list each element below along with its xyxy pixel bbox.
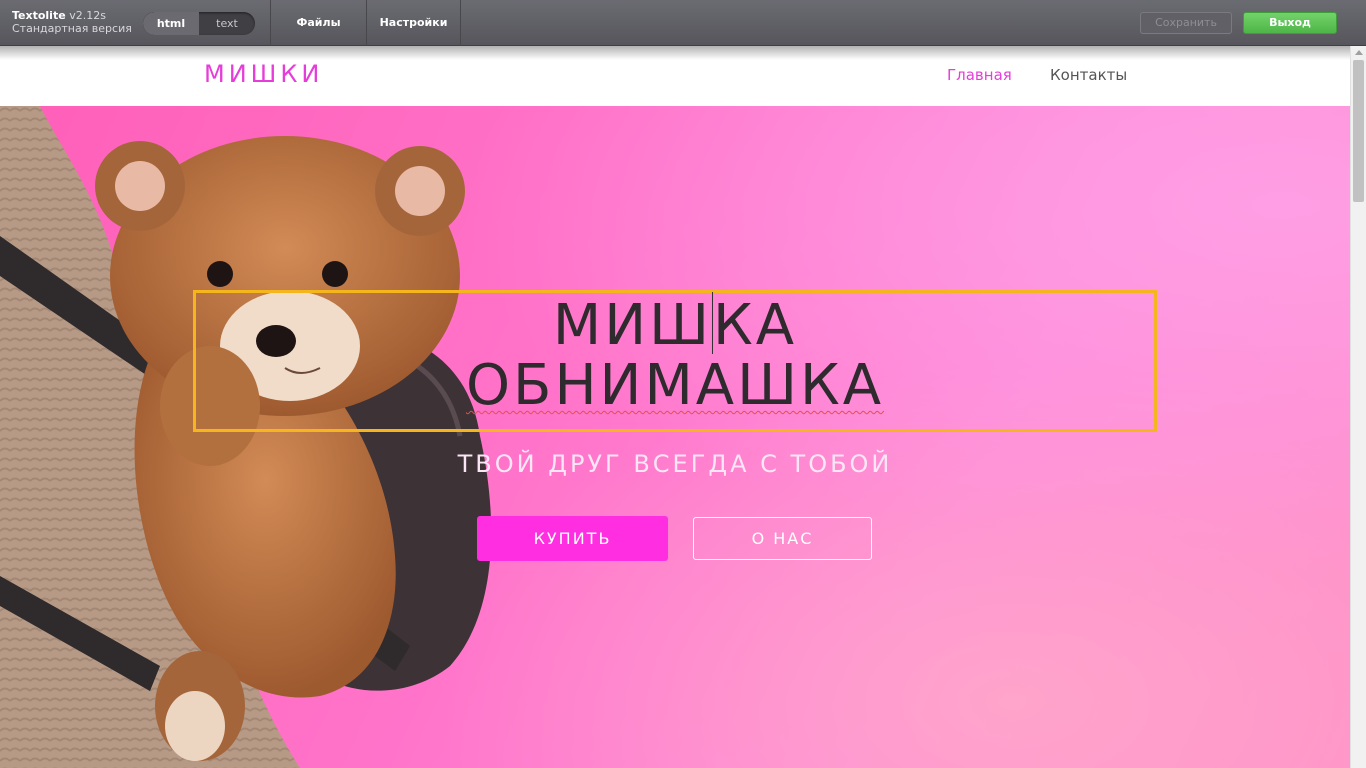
headline-line-1: МИШКА	[552, 292, 798, 358]
scroll-up-arrow-icon[interactable]	[1355, 50, 1363, 55]
headline-line-2: ОБНИМАШКА	[465, 353, 885, 418]
site-header: МИШКИ Главная Контакты	[0, 46, 1350, 106]
hero-tagline: ТВОЙ ДРУГ ВСЕГДА С ТОБОЙ	[457, 450, 893, 478]
app-edition: Стандартная версия	[12, 22, 132, 35]
page-scrollbar[interactable]	[1350, 46, 1366, 768]
toolbar-divider	[460, 0, 461, 46]
mode-text-toggle[interactable]: text	[199, 12, 255, 35]
exit-button[interactable]: Выход	[1243, 12, 1337, 34]
mode-switch: html text	[143, 12, 255, 35]
teddy-bear-backpack-illustration	[0, 106, 492, 768]
menu-settings[interactable]: Настройки	[367, 0, 460, 46]
buy-button[interactable]: КУПИТЬ	[477, 516, 668, 561]
about-button[interactable]: О НАС	[693, 517, 872, 560]
nav-contacts-link[interactable]: Контакты	[1050, 66, 1127, 84]
app-version: v2.12s	[69, 9, 106, 22]
editor-brand: Textolite v2.12s Стандартная версия	[12, 9, 132, 35]
editor-toolbar: Textolite v2.12s Стандартная версия html…	[0, 0, 1366, 46]
hero-headline[interactable]: МИШКА ОБНИМАШКА	[193, 292, 1157, 418]
save-button[interactable]: Сохранить	[1140, 12, 1232, 34]
scroll-thumb[interactable]	[1353, 60, 1364, 202]
menu-files[interactable]: Файлы	[271, 0, 366, 46]
text-caret	[712, 292, 713, 354]
mode-html-toggle[interactable]: html	[143, 12, 199, 35]
site-logo[interactable]: МИШКИ	[204, 60, 323, 88]
nav-home-link[interactable]: Главная	[947, 66, 1012, 84]
app-name: Textolite	[12, 9, 66, 22]
hero-section: МИШКА ОБНИМАШКА ТВОЙ ДРУГ ВСЕГДА С ТОБОЙ…	[0, 106, 1350, 768]
